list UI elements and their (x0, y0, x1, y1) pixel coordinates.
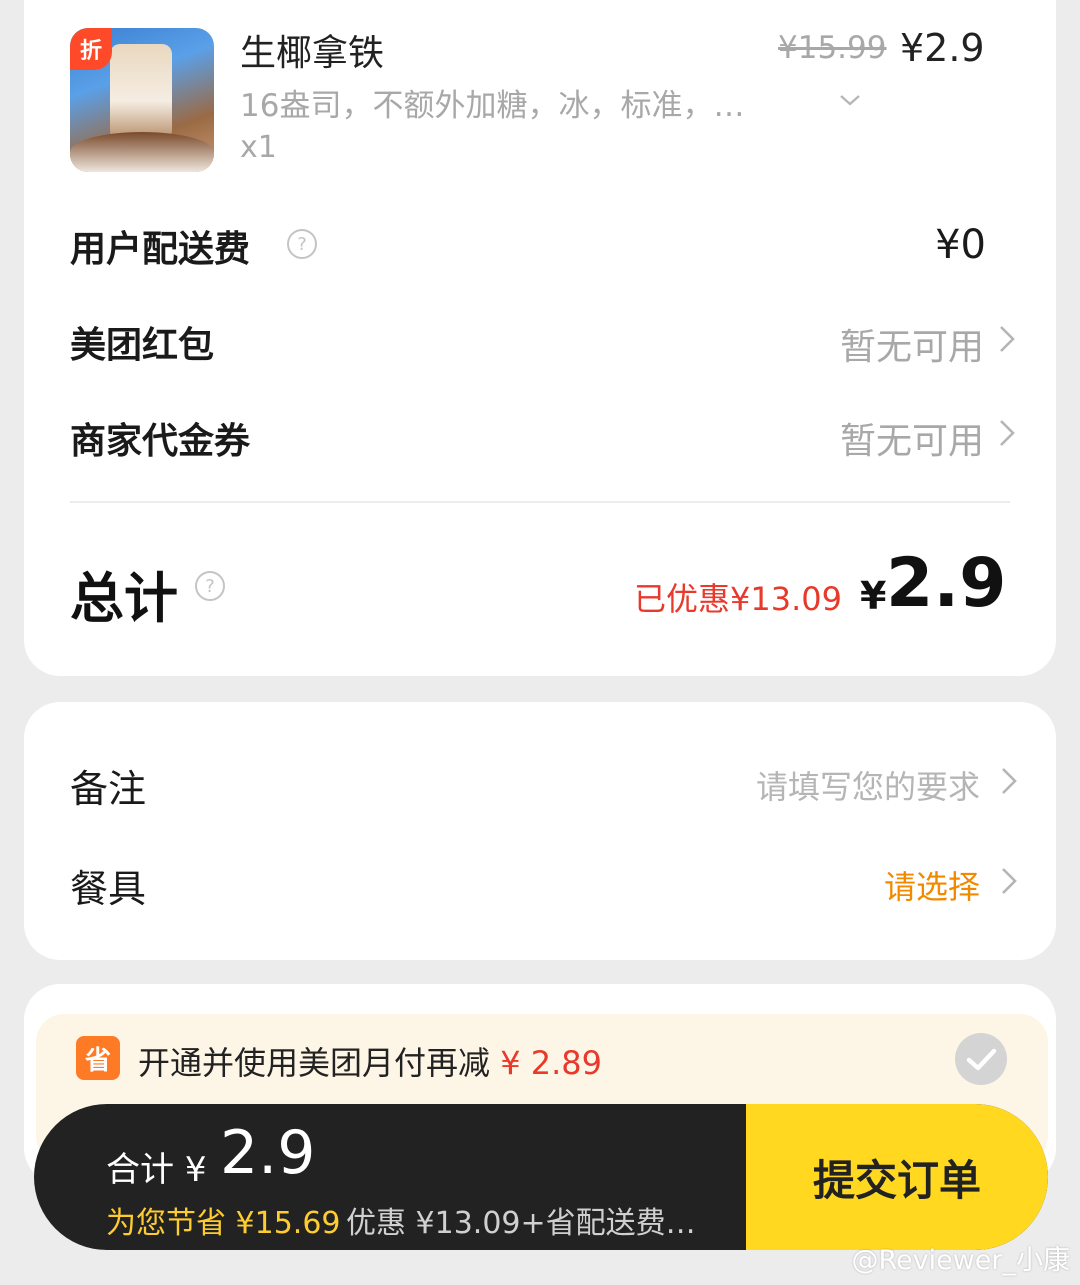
promo-label: 开通并使用美团月付再减 (138, 1044, 491, 1082)
chevron-right-icon[interactable] (998, 418, 1016, 448)
savings-detail[interactable]: 优惠 ¥13.09+省配送费… (346, 1198, 706, 1242)
current-price: ¥2.9 (900, 26, 985, 70)
help-icon[interactable]: ? (286, 228, 318, 260)
total-currency: ¥ (860, 574, 887, 618)
watermark: @Reviewer_小康 (851, 1245, 1070, 1276)
total-label: 总计 (70, 567, 178, 630)
utensils-label: 餐具 (70, 867, 147, 911)
chevron-down-icon[interactable] (838, 88, 862, 112)
checkout-bar: 合计 ¥ 2.9 为您节省 ¥15.69 优惠 ¥13.09+省配送费… 提交订… (34, 1104, 1048, 1250)
remark-label: 备注 (70, 767, 147, 811)
savings-text: 为您节省 ¥15.69 (106, 1206, 341, 1241)
svg-text:?: ? (297, 234, 307, 255)
product-spec: 16盎司，不额外加糖，冰，标准，… (240, 88, 745, 124)
sum-currency: ¥ (184, 1150, 207, 1190)
save-icon: 省 (76, 1036, 120, 1080)
voucher-value[interactable]: 暂无可用 (840, 412, 984, 464)
notes-card: 备注 请填写您的要求 餐具 请选择 (24, 702, 1056, 960)
remark-input[interactable]: 请填写您的要求 (756, 762, 980, 808)
sum-label: 合计 ¥ (106, 1142, 206, 1191)
red-packet-value[interactable]: 暂无可用 (840, 318, 984, 370)
submit-order-button[interactable]: 提交订单 (746, 1104, 1048, 1250)
order-card: 折 生椰拿铁 16盎司，不额外加糖，冰，标准，… x1 ¥15.99 ¥2.9 … (24, 0, 1056, 676)
sum-amount: 2.9 (220, 1118, 316, 1188)
delivery-fee-value: ¥0 (935, 222, 986, 268)
divider (70, 501, 1010, 503)
svg-text:?: ? (205, 576, 215, 597)
promo-text: 开通并使用美团月付再减 ¥ 2.89 (138, 1038, 602, 1084)
delivery-fee-label: 用户配送费 (70, 229, 251, 270)
discount-badge: 折 (70, 28, 112, 70)
promo-amount: ¥ 2.89 (500, 1044, 602, 1082)
chevron-right-icon[interactable] (998, 324, 1016, 354)
total-discount: 已优惠¥13.09 (634, 580, 842, 618)
help-icon[interactable]: ? (194, 570, 226, 602)
check-circle-icon[interactable] (954, 1032, 1008, 1086)
voucher-label: 商家代金券 (70, 421, 251, 462)
product-image[interactable]: 折 (70, 28, 214, 172)
chevron-right-icon[interactable] (1000, 766, 1018, 796)
product-name: 生椰拿铁 (240, 33, 385, 74)
red-packet-label: 美团红包 (70, 325, 215, 366)
total-amount: 2.9 (886, 544, 1007, 623)
sum-label-text: 合计 (106, 1150, 174, 1190)
chevron-right-icon[interactable] (1000, 866, 1018, 896)
original-price: ¥15.99 (778, 30, 887, 66)
utensils-select[interactable]: 请选择 (884, 862, 980, 908)
splash-graphic (70, 132, 214, 172)
product-quantity: x1 (240, 130, 277, 165)
